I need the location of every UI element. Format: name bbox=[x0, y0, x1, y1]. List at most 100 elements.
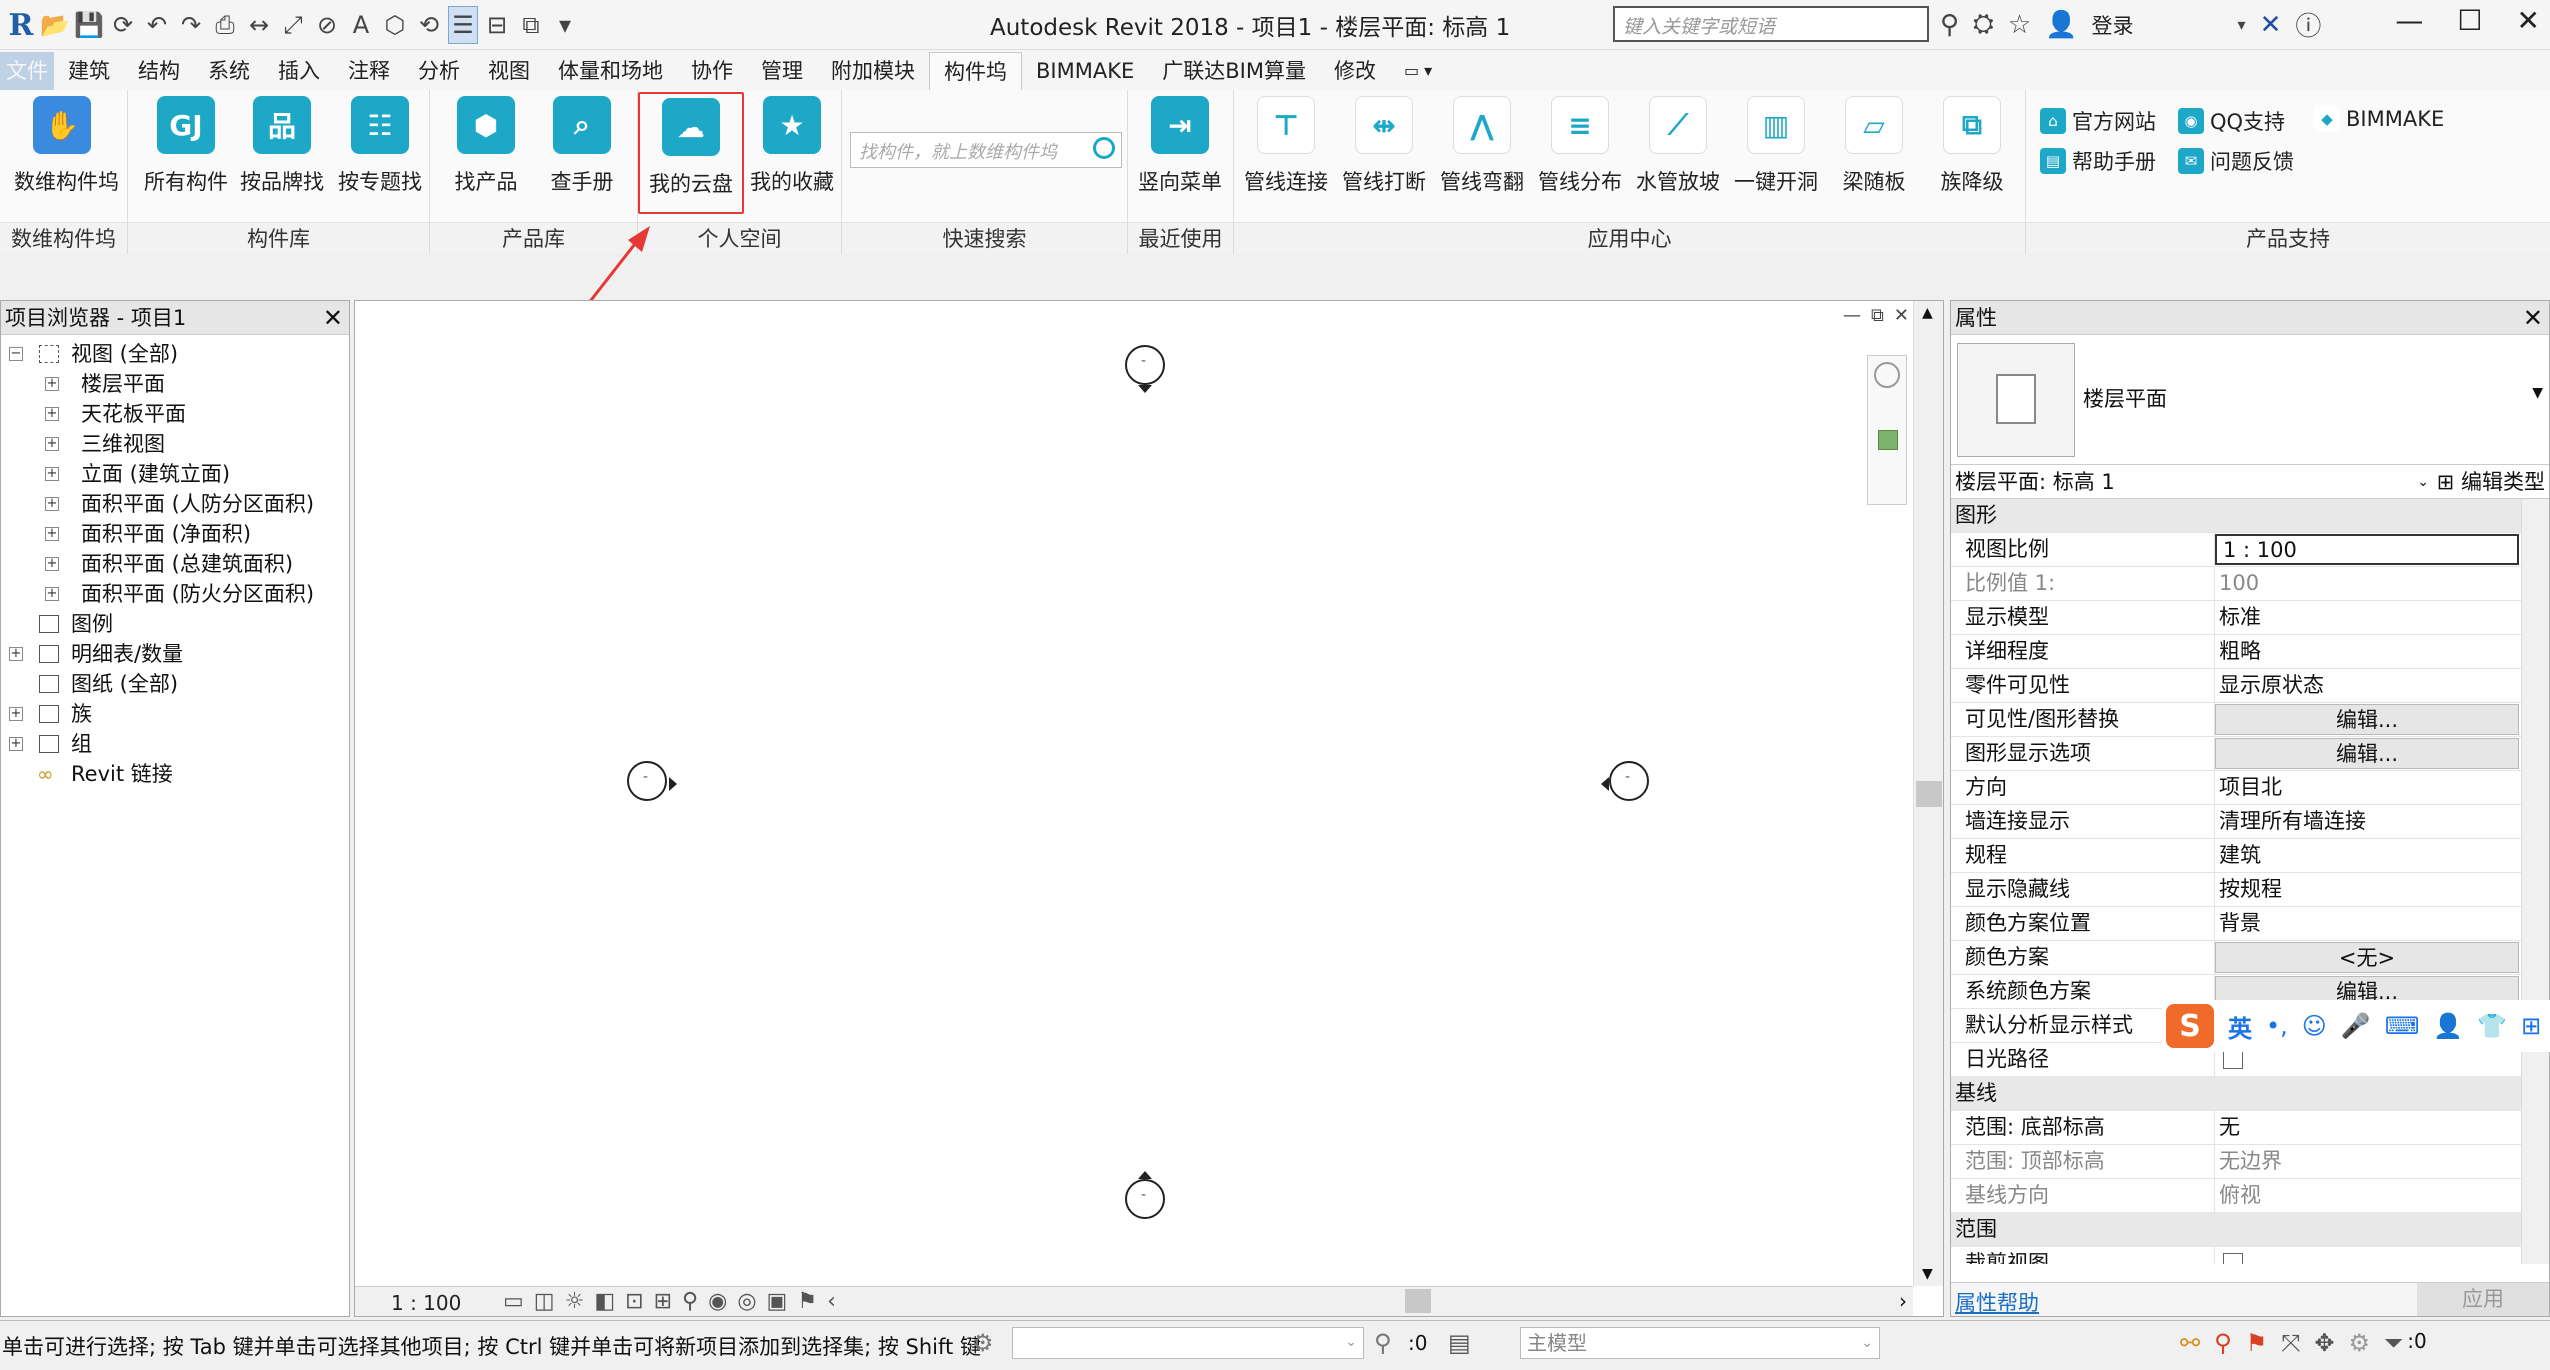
tree-item-schedules[interactable]: + 明细表/数量 bbox=[1, 639, 349, 669]
expand-icon[interactable]: + bbox=[45, 587, 59, 601]
tree-item-elevations[interactable]: + 立面 (建筑立面) bbox=[1, 459, 349, 489]
scroll-up-icon[interactable]: ▲ bbox=[1922, 305, 1933, 321]
section-graphics[interactable]: 图形 bbox=[1951, 499, 2549, 533]
expand-icon[interactable]: + bbox=[45, 497, 59, 511]
tree-item-area-net[interactable]: + 面积平面 (净面积) bbox=[1, 519, 349, 549]
sun-path-icon[interactable]: ☼ bbox=[565, 1289, 585, 1314]
expand-icon[interactable]: + bbox=[45, 437, 59, 451]
scroll-left-icon[interactable]: ‹ bbox=[827, 1289, 836, 1314]
select-links-icon[interactable]: ⚯ bbox=[2180, 1329, 2200, 1357]
keyboard-icon[interactable]: ⌨ bbox=[2385, 1012, 2420, 1040]
tree-item-floor-plans[interactable]: + 楼层平面 bbox=[1, 369, 349, 399]
select-by-face-icon[interactable]: ⤧ bbox=[2281, 1329, 2300, 1357]
show-crop-icon[interactable]: ⊞ bbox=[654, 1289, 672, 1314]
editable-only-icon[interactable]: ⚲ bbox=[1374, 1329, 1392, 1357]
tree-item-revit-links[interactable]: ∞ Revit 链接 bbox=[1, 759, 349, 789]
chevron-down-icon[interactable]: ⌄ bbox=[2417, 465, 2429, 499]
graphic-display-edit-button[interactable]: 编辑... bbox=[2215, 738, 2519, 769]
prop-value[interactable]: 项目北 bbox=[2215, 771, 2549, 804]
temporary-hide-icon[interactable]: ◉ bbox=[708, 1289, 727, 1314]
tree-item-3d-views[interactable]: + 三维视图 bbox=[1, 429, 349, 459]
filter-icon[interactable]: ⏷ bbox=[2384, 1329, 2403, 1357]
tree-item-families[interactable]: + 族 bbox=[1, 699, 349, 729]
section-underlay[interactable]: 基线 bbox=[1951, 1077, 2549, 1111]
edit-type-button[interactable]: ⊞ 编辑类型 bbox=[2437, 465, 2545, 499]
horizontal-scroll-thumb[interactable] bbox=[1405, 1289, 1431, 1313]
tree-item-legends[interactable]: 图例 bbox=[1, 609, 349, 639]
chevron-down-icon[interactable]: ▼ bbox=[2532, 385, 2543, 401]
prop-value[interactable]: 显示原状态 bbox=[2215, 669, 2549, 702]
view-scale-input[interactable]: 1 : 100 bbox=[2215, 534, 2519, 565]
expand-icon[interactable]: + bbox=[45, 467, 59, 481]
detail-level-icon[interactable]: ▭ bbox=[503, 1289, 524, 1314]
expand-icon[interactable]: + bbox=[45, 527, 59, 541]
prop-value[interactable]: 建筑 bbox=[2215, 839, 2549, 872]
prop-value[interactable]: 标准 bbox=[2215, 601, 2549, 634]
prop-value[interactable]: 背景 bbox=[2215, 907, 2549, 940]
expand-icon[interactable]: + bbox=[45, 377, 59, 391]
expand-icon[interactable]: + bbox=[9, 737, 23, 751]
skin-icon[interactable]: 👕 bbox=[2477, 1012, 2507, 1040]
tree-item-area-civil[interactable]: + 面积平面 (人防分区面积) bbox=[1, 489, 349, 519]
vertical-scrollbar[interactable]: ▲ ▼ bbox=[1913, 301, 1943, 1286]
tree-item-area-fire[interactable]: + 面积平面 (防火分区面积) bbox=[1, 579, 349, 609]
expand-icon[interactable]: + bbox=[9, 707, 23, 721]
properties-scrollbar[interactable] bbox=[2521, 499, 2549, 1264]
drag-on-select-icon[interactable]: ✥ bbox=[2314, 1329, 2334, 1357]
emoji-icon[interactable]: ☺ bbox=[2302, 1012, 2327, 1040]
microphone-icon[interactable]: 🎤 bbox=[2341, 1012, 2371, 1040]
ime-language-toggle[interactable]: 英 bbox=[2228, 1009, 2252, 1044]
background-processes-icon[interactable]: ⚙ bbox=[2349, 1329, 2371, 1357]
tree-item-groups[interactable]: + 组 bbox=[1, 729, 349, 759]
close-icon[interactable]: ✕ bbox=[323, 301, 343, 335]
analysis-icon[interactable]: ⚑ bbox=[797, 1289, 817, 1314]
unlocked-3d-icon[interactable]: ⚲ bbox=[682, 1289, 698, 1314]
chevron-down-icon[interactable]: ⌄ bbox=[1861, 1328, 1873, 1358]
tree-item-area-gross[interactable]: + 面积平面 (总建筑面积) bbox=[1, 549, 349, 579]
scrollbar-thumb[interactable] bbox=[1916, 781, 1942, 807]
sun-path-checkbox[interactable] bbox=[2223, 1049, 2243, 1069]
prop-value[interactable]: 按规程 bbox=[2215, 873, 2549, 906]
tree-item-ceiling-plans[interactable]: + 天花板平面 bbox=[1, 399, 349, 429]
punctuation-icon[interactable]: •, bbox=[2266, 1012, 2288, 1040]
collapse-icon[interactable]: − bbox=[9, 347, 23, 361]
prop-value[interactable]: 无 bbox=[2215, 1111, 2549, 1144]
toolbox-icon[interactable]: ⊞ bbox=[2521, 1012, 2541, 1040]
prop-value[interactable]: 清理所有墙连接 bbox=[2215, 805, 2549, 838]
instance-filter[interactable]: 楼层平面: 标高 1 ⌄ ⊞ 编辑类型 bbox=[1951, 465, 2549, 499]
design-option-dropdown[interactable]: 主模型 ⌄ bbox=[1520, 1327, 1880, 1359]
crop-view-checkbox[interactable] bbox=[2223, 1253, 2243, 1264]
crop-view-icon[interactable]: ⊡ bbox=[625, 1289, 643, 1314]
sogou-logo-icon[interactable]: S bbox=[2166, 1004, 2214, 1048]
prop-value[interactable]: 粗略 bbox=[2215, 635, 2549, 668]
select-underlay-icon[interactable]: ⚲ bbox=[2214, 1329, 2232, 1357]
select-pinned-icon[interactable]: ⚑ bbox=[2246, 1329, 2268, 1357]
expand-icon[interactable]: + bbox=[9, 647, 23, 661]
reveal-hidden-icon[interactable]: ◎ bbox=[737, 1289, 756, 1314]
prop-row: 比例值 1: 100 bbox=[1951, 567, 2549, 601]
properties-help-link[interactable]: 属性帮助 bbox=[1955, 1287, 2039, 1317]
tree-item-views[interactable]: − 视图 (全部) bbox=[1, 339, 349, 369]
workset-dropdown[interactable]: ⌄ bbox=[1012, 1327, 1364, 1359]
shadows-icon[interactable]: ◧ bbox=[594, 1289, 615, 1314]
chevron-down-icon[interactable]: ⌄ bbox=[1345, 1334, 1357, 1350]
vg-edit-button[interactable]: 编辑... bbox=[2215, 704, 2519, 735]
drawing-area[interactable]: — ⧉ ✕ ▲ ▼ 1 : 100 ▭ ◫ ☼ ◧ ⊡ ⊞ ⚲ ◉ ◎ ▣ bbox=[354, 300, 1944, 1317]
visual-style-icon[interactable]: ◫ bbox=[534, 1289, 555, 1314]
expand-icon[interactable]: + bbox=[45, 557, 59, 571]
close-icon[interactable]: ✕ bbox=[2523, 301, 2543, 335]
color-scheme-button[interactable]: <无> bbox=[2215, 942, 2519, 973]
user-account-icon[interactable]: 👤 bbox=[2433, 1012, 2463, 1040]
tree-item-sheets[interactable]: 图纸 (全部) bbox=[1, 669, 349, 699]
scroll-right-icon[interactable]: › bbox=[1899, 1289, 1907, 1313]
view-scale[interactable]: 1 : 100 bbox=[391, 1291, 461, 1315]
type-selector[interactable]: 楼层平面 ▼ bbox=[1951, 335, 2549, 465]
scroll-down-icon[interactable]: ▼ bbox=[1922, 1266, 1933, 1282]
ime-toolbar: S 英 •, ☺ 🎤 ⌨ 👤 👕 ⊞ bbox=[2162, 1000, 2550, 1052]
expand-icon[interactable]: + bbox=[45, 407, 59, 421]
worksharing-icon[interactable]: ⚙ bbox=[972, 1329, 994, 1357]
design-options-icon[interactable]: ▤ bbox=[1448, 1329, 1471, 1357]
section-extents[interactable]: 范围 bbox=[1951, 1213, 2549, 1247]
temp-view-props-icon[interactable]: ▣ bbox=[767, 1289, 788, 1314]
apply-button[interactable]: 应用 bbox=[2417, 1283, 2549, 1316]
